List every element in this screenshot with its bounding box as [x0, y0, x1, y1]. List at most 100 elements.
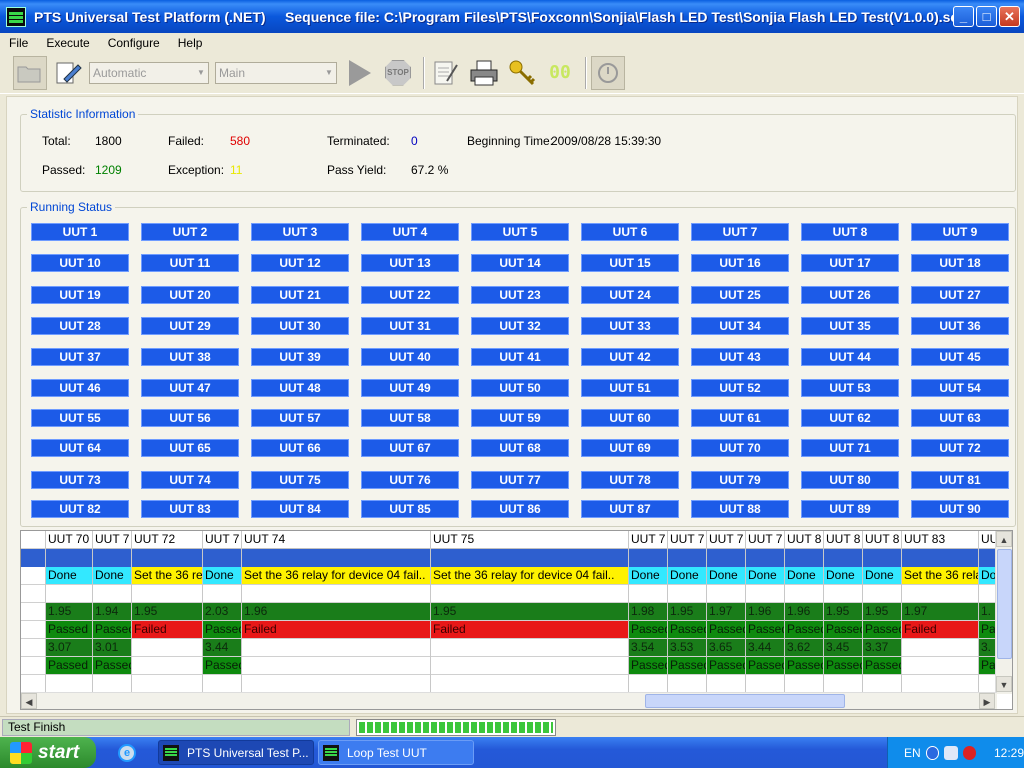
uut-button[interactable]: UUT 80 — [801, 471, 899, 489]
grid-cell-v1[interactable]: 1.98 — [629, 603, 667, 621]
grid-cell-status[interactable]: Done — [668, 567, 706, 585]
grid-cell[interactable] — [203, 585, 241, 603]
grid-cell[interactable] — [242, 675, 430, 693]
uut-button[interactable]: UUT 38 — [141, 348, 239, 366]
grid-cell-r2[interactable]: Passed — [707, 657, 745, 675]
grid-cell-v2[interactable]: 3.54 — [629, 639, 667, 657]
grid-cell-v1[interactable]: 1.96 — [746, 603, 784, 621]
grid-cell-v2[interactable]: 3.65 — [707, 639, 745, 657]
grid-cell[interactable] — [668, 585, 706, 603]
uut-button[interactable]: UUT 2 — [141, 223, 239, 241]
grid-cell-r2[interactable]: Pa — [979, 657, 996, 675]
menu-configure[interactable]: Configure — [99, 36, 169, 50]
uut-button[interactable]: UUT 15 — [581, 254, 679, 272]
grid-cell[interactable] — [431, 585, 628, 603]
uut-button[interactable]: UUT 67 — [361, 439, 459, 457]
grid-cell-r2[interactable] — [242, 657, 430, 675]
uut-button[interactable]: UUT 40 — [361, 348, 459, 366]
uut-button[interactable]: UUT 29 — [141, 317, 239, 335]
uut-button[interactable]: UUT 1 — [31, 223, 129, 241]
uut-button[interactable]: UUT 64 — [31, 439, 129, 457]
uut-button[interactable]: UUT 84 — [251, 500, 349, 518]
menu-execute[interactable]: Execute — [37, 36, 98, 50]
uut-button[interactable]: UUT 27 — [911, 286, 1009, 304]
grid-cell-r2[interactable] — [132, 657, 202, 675]
uut-button[interactable]: UUT 68 — [471, 439, 569, 457]
uut-button[interactable]: UUT 22 — [361, 286, 459, 304]
uut-button[interactable]: UUT 60 — [581, 409, 679, 427]
grid-cell[interactable] — [863, 549, 901, 567]
grid-cell[interactable] — [902, 549, 978, 567]
grid-cell-status[interactable]: Set the 36 relay for device 04 fail.. — [902, 567, 978, 585]
uut-button[interactable]: UUT 32 — [471, 317, 569, 335]
uut-button[interactable]: UUT 55 — [31, 409, 129, 427]
grid-cell[interactable] — [707, 675, 745, 693]
grid-cell-r1[interactable]: Failed — [242, 621, 430, 639]
grid-cell-v2[interactable]: 3. — [979, 639, 996, 657]
uut-button[interactable]: UUT 42 — [581, 348, 679, 366]
grid-cell[interactable] — [93, 549, 131, 567]
open-folder-button[interactable] — [13, 55, 47, 90]
grid-cell[interactable] — [203, 675, 241, 693]
grid-cell-status[interactable]: Done — [824, 567, 862, 585]
uut-button[interactable]: UUT 13 — [361, 254, 459, 272]
mode-select[interactable]: Automatic ▼ — [89, 61, 209, 84]
grid-cell-v1[interactable]: 2.03 — [203, 603, 241, 621]
grid-cell[interactable] — [629, 675, 667, 693]
grid-cell-r2[interactable]: Passed — [93, 657, 131, 675]
grid-cell-status[interactable]: Done — [863, 567, 901, 585]
uut-button[interactable]: UUT 24 — [581, 286, 679, 304]
grid-cell[interactable] — [132, 549, 202, 567]
grid-cell[interactable] — [979, 675, 996, 693]
grid-cell[interactable] — [431, 549, 628, 567]
grid-cell-status[interactable]: Set the 36 relay for device 04 fail.. — [242, 567, 430, 585]
uut-button[interactable]: UUT 10 — [31, 254, 129, 272]
uut-button[interactable]: UUT 34 — [691, 317, 789, 335]
grid-cell-r2[interactable] — [431, 657, 628, 675]
uut-button[interactable]: UUT 71 — [801, 439, 899, 457]
uut-button[interactable]: UUT 28 — [31, 317, 129, 335]
grid-cell-status[interactable]: Done — [46, 567, 92, 585]
uut-button[interactable]: UUT 31 — [361, 317, 459, 335]
grid-cell[interactable] — [93, 585, 131, 603]
grid-cell-v2[interactable]: 3.44 — [203, 639, 241, 657]
uut-button[interactable]: UUT 52 — [691, 379, 789, 397]
grid-cell-r1[interactable]: Passed — [668, 621, 706, 639]
grid-cell-header[interactable]: UUT 7 — [707, 531, 745, 549]
scroll-right-icon[interactable]: ▶ — [979, 693, 995, 709]
grid-cell-v2[interactable]: 3.45 — [824, 639, 862, 657]
grid-cell-r2[interactable]: Passed — [824, 657, 862, 675]
uut-button[interactable]: UUT 44 — [801, 348, 899, 366]
settings-edit-button[interactable] — [51, 56, 85, 90]
grid-cell-v2[interactable]: 3.44 — [746, 639, 784, 657]
uut-button[interactable]: UUT 11 — [141, 254, 239, 272]
security-shield-icon[interactable] — [962, 745, 976, 760]
uut-button[interactable]: UUT 87 — [581, 500, 679, 518]
grid-cell[interactable] — [242, 549, 430, 567]
uut-button[interactable]: UUT 57 — [251, 409, 349, 427]
grid-cell[interactable] — [746, 549, 784, 567]
maximize-button[interactable]: □ — [976, 6, 997, 27]
grid-cell-status[interactable]: Done — [707, 567, 745, 585]
uut-button[interactable]: UUT 75 — [251, 471, 349, 489]
scroll-left-icon[interactable]: ◀ — [21, 693, 37, 709]
uut-button[interactable]: UUT 39 — [251, 348, 349, 366]
grid-cell-v1[interactable]: 1.95 — [863, 603, 901, 621]
grid-cell-header[interactable]: UUT 8 — [824, 531, 862, 549]
app-icon[interactable] — [6, 6, 26, 27]
uut-button[interactable]: UUT 26 — [801, 286, 899, 304]
grid-cell-r1[interactable]: Failed — [902, 621, 978, 639]
menu-file[interactable]: File — [0, 36, 37, 50]
start-button[interactable]: start — [0, 737, 96, 768]
grid-cell-r2[interactable]: Passed — [629, 657, 667, 675]
grid-cell[interactable] — [902, 585, 978, 603]
grid-cell-header[interactable]: UUT 70 — [46, 531, 92, 549]
grid-cell-v2[interactable]: 3.37 — [863, 639, 901, 657]
grid-cell[interactable] — [242, 585, 430, 603]
grid-cell[interactable] — [93, 675, 131, 693]
edit-button[interactable] — [429, 56, 463, 90]
grid-cell[interactable] — [863, 675, 901, 693]
grid-cell[interactable] — [629, 549, 667, 567]
grid-cell-header[interactable]: UUT 7 — [93, 531, 131, 549]
uut-button[interactable]: UUT 47 — [141, 379, 239, 397]
